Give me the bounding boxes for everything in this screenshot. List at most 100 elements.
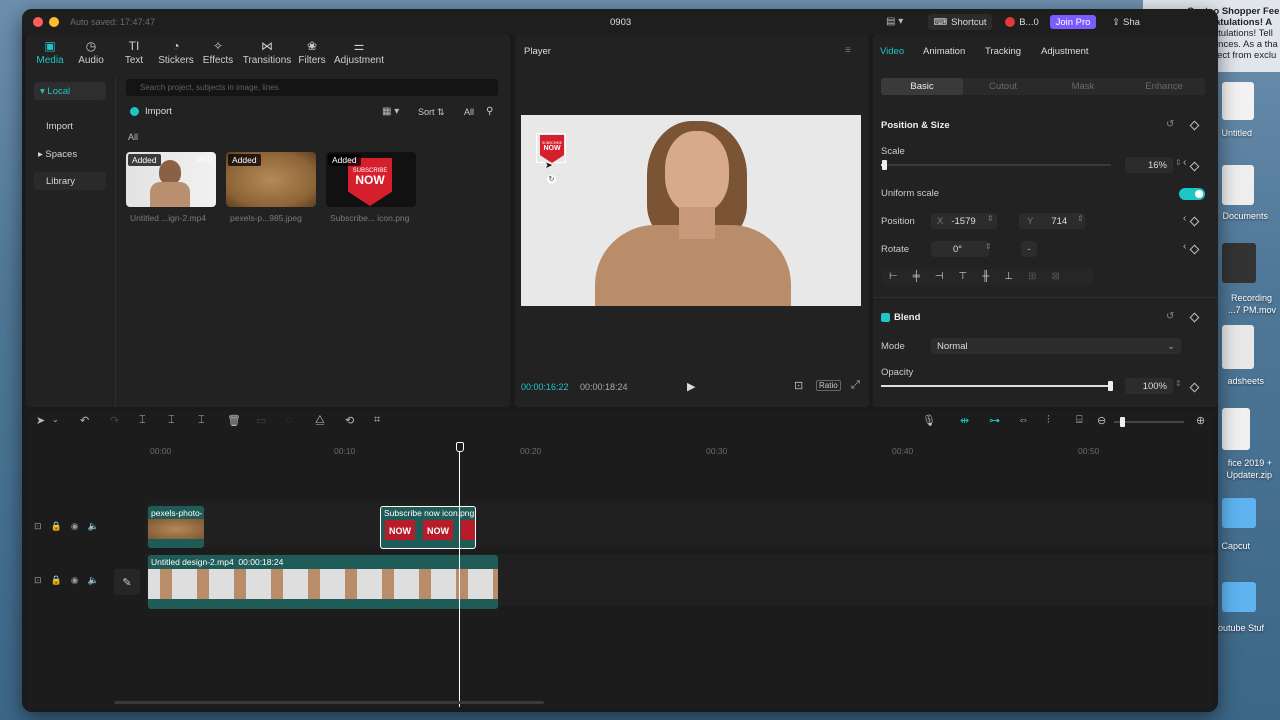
ratio-button[interactable]: Ratio bbox=[816, 380, 841, 391]
zip-icon[interactable] bbox=[1222, 408, 1250, 450]
reset-icon[interactable]: ↺ bbox=[1166, 311, 1174, 322]
lock-icon[interactable]: 🔒 bbox=[51, 575, 71, 585]
scale-value-field[interactable]: 16% bbox=[1125, 157, 1173, 173]
stepper-icon[interactable]: ⇕ bbox=[1175, 379, 1182, 388]
subtab-enhance[interactable]: Enhance bbox=[1123, 78, 1205, 95]
align-right-icon[interactable]: ⊣ bbox=[935, 271, 959, 282]
keyframe-icon[interactable] bbox=[1189, 216, 1200, 227]
stepper-icon[interactable]: ⇕ bbox=[1175, 158, 1182, 167]
subtab-cutout[interactable]: Cutout bbox=[963, 78, 1043, 95]
timeline-scrollbar[interactable] bbox=[114, 701, 544, 704]
sidebar-item-local[interactable]: ▾ Local bbox=[34, 82, 106, 100]
opacity-slider-handle[interactable] bbox=[1108, 381, 1113, 391]
stepper-icon[interactable]: ⇕ bbox=[985, 242, 992, 251]
magnet-icon[interactable]: ⇹ bbox=[960, 414, 969, 427]
play-button[interactable]: ▶ bbox=[687, 380, 695, 393]
split-left-icon[interactable]: ⌶ bbox=[168, 414, 175, 427]
flip-button[interactable]: - bbox=[1021, 241, 1037, 257]
view-toggle-icon[interactable]: ▦ ▾ bbox=[382, 106, 399, 117]
sidebar-item-import[interactable]: Import bbox=[46, 121, 73, 132]
toolbar-item-transitions[interactable]: ⋈ Transitions bbox=[240, 39, 294, 66]
crop-icon[interactable]: ⌗ bbox=[374, 414, 380, 427]
blend-checkbox[interactable] bbox=[881, 313, 890, 322]
subtab-mask[interactable]: Mask bbox=[1043, 78, 1123, 95]
distribute-v-icon[interactable]: ⊠ bbox=[1051, 271, 1074, 282]
sidebar-item-spaces[interactable]: ▸ Spaces bbox=[38, 149, 77, 160]
preview-canvas[interactable]: SUBSCRIBE NOW ↻ ➤ bbox=[521, 115, 861, 306]
uniform-scale-toggle[interactable] bbox=[1179, 188, 1205, 200]
prev-keyframe-icon[interactable]: ‹ bbox=[1183, 213, 1186, 224]
folder-icon[interactable] bbox=[1222, 498, 1256, 528]
video-clip[interactable]: Untitled design-2.mp4 00:00:18:24 bbox=[148, 555, 498, 609]
keyframe-icon[interactable] bbox=[1189, 161, 1200, 172]
split-track-icon[interactable]: ⫶ bbox=[1047, 414, 1050, 427]
eye-icon[interactable]: ◉ bbox=[71, 521, 88, 531]
rotate-field[interactable]: 0° bbox=[931, 241, 989, 257]
align-center-icon[interactable]: ╪ bbox=[913, 271, 935, 282]
media-thumb-video[interactable]: Added 00:0 bbox=[126, 152, 216, 207]
track-visibility-icon[interactable]: ⊡ bbox=[34, 575, 51, 585]
media-search-input[interactable]: Search project, subjects in image, lines bbox=[126, 79, 498, 96]
cover-edit-button[interactable]: ✎ bbox=[114, 569, 140, 595]
keyframe-icon[interactable] bbox=[1189, 120, 1200, 131]
freeze-icon[interactable]: ▭ bbox=[256, 414, 266, 427]
rotate-handle-icon[interactable]: ↻ bbox=[547, 175, 556, 184]
sticker-clip[interactable]: Subscribe now icon.png NOW NOW bbox=[380, 506, 476, 549]
file-icon[interactable] bbox=[1222, 82, 1254, 120]
tab-tracking[interactable]: Tracking bbox=[985, 46, 1021, 57]
tab-animation[interactable]: Animation bbox=[923, 46, 965, 57]
preview-axis-icon[interactable]: ⇔ bbox=[1018, 414, 1029, 426]
filter-all-button[interactable]: All bbox=[464, 107, 474, 117]
prev-keyframe-icon[interactable]: ‹ bbox=[1183, 241, 1186, 252]
keyframe-icon[interactable] bbox=[1189, 382, 1200, 393]
mirror-icon[interactable]: ⧋ bbox=[315, 414, 325, 427]
keyframe-icon[interactable] bbox=[1189, 312, 1200, 323]
split-right-icon[interactable]: ⌶ bbox=[198, 414, 205, 427]
toolbar-item-filters[interactable]: ❀ Filters bbox=[290, 39, 334, 66]
toolbar-item-adjustment[interactable]: ⚌ Adjustment bbox=[332, 39, 386, 66]
filter-icon[interactable]: ⚲ bbox=[486, 106, 493, 117]
reset-icon[interactable]: ↺ bbox=[1166, 119, 1174, 130]
playhead-handle[interactable] bbox=[456, 442, 464, 452]
caption-icon[interactable]: ⌸ bbox=[1076, 414, 1083, 427]
chevron-down-icon[interactable]: ⌄ bbox=[52, 415, 59, 424]
microphone-icon[interactable]: 🎙 bbox=[922, 414, 936, 427]
align-top-icon[interactable]: ⊤ bbox=[959, 271, 983, 282]
video-file-icon[interactable] bbox=[1222, 243, 1256, 283]
toolbar-item-stickers[interactable]: ◔ Stickers bbox=[154, 39, 198, 66]
zoom-slider-handle[interactable] bbox=[1120, 417, 1125, 427]
volume-icon[interactable]: 🔈 bbox=[88, 521, 108, 531]
scale-slider-track[interactable] bbox=[881, 164, 1111, 166]
prev-keyframe-icon[interactable]: ‹ bbox=[1183, 157, 1186, 168]
link-icon[interactable]: ⊶ bbox=[989, 414, 1000, 427]
media-thumb-photo[interactable]: Added bbox=[226, 152, 316, 207]
scale-slider-handle[interactable] bbox=[882, 160, 887, 170]
share-button[interactable]: ⇪ Sha bbox=[1106, 14, 1146, 30]
close-window-button[interactable] bbox=[33, 17, 43, 27]
shortcut-button[interactable]: ⌨ Shortcut bbox=[928, 14, 992, 30]
minimize-window-button[interactable] bbox=[49, 17, 59, 27]
delete-icon[interactable]: 🗑 bbox=[227, 414, 241, 427]
rotate-icon[interactable]: ⟲ bbox=[345, 414, 354, 427]
toolbar-item-audio[interactable]: ◷ Audio bbox=[69, 39, 113, 66]
lock-icon[interactable]: 🔒 bbox=[51, 521, 71, 531]
zoom-out-icon[interactable]: ⊖ bbox=[1097, 414, 1106, 427]
split-icon[interactable]: ⌶ bbox=[139, 414, 146, 427]
stepper-icon[interactable]: ⇕ bbox=[1077, 214, 1084, 223]
user-account-button[interactable]: B...0 bbox=[1000, 14, 1044, 30]
track-visibility-icon[interactable]: ⊡ bbox=[34, 521, 51, 531]
zoom-in-icon[interactable]: ⊕ bbox=[1196, 414, 1205, 427]
keyframe-icon[interactable] bbox=[1189, 244, 1200, 255]
align-bottom-icon[interactable]: ⊥ bbox=[1004, 271, 1028, 282]
tab-adjustment[interactable]: Adjustment bbox=[1041, 46, 1089, 57]
toolbar-item-media[interactable]: ▣ Media bbox=[28, 39, 72, 66]
tab-video[interactable]: Video bbox=[880, 46, 904, 57]
import-button[interactable]: Import bbox=[130, 106, 172, 117]
sidebar-item-library[interactable]: Library bbox=[34, 172, 106, 190]
toolbar-item-effects[interactable]: ✧ Effects bbox=[196, 39, 240, 66]
toolbar-item-text[interactable]: TI Text bbox=[112, 39, 156, 66]
align-middle-icon[interactable]: ╫ bbox=[982, 271, 1004, 282]
position-y-field[interactable]: Y 714 bbox=[1019, 213, 1085, 229]
redo-icon[interactable]: ↷ bbox=[110, 414, 119, 427]
eye-icon[interactable]: ◉ bbox=[71, 575, 88, 585]
